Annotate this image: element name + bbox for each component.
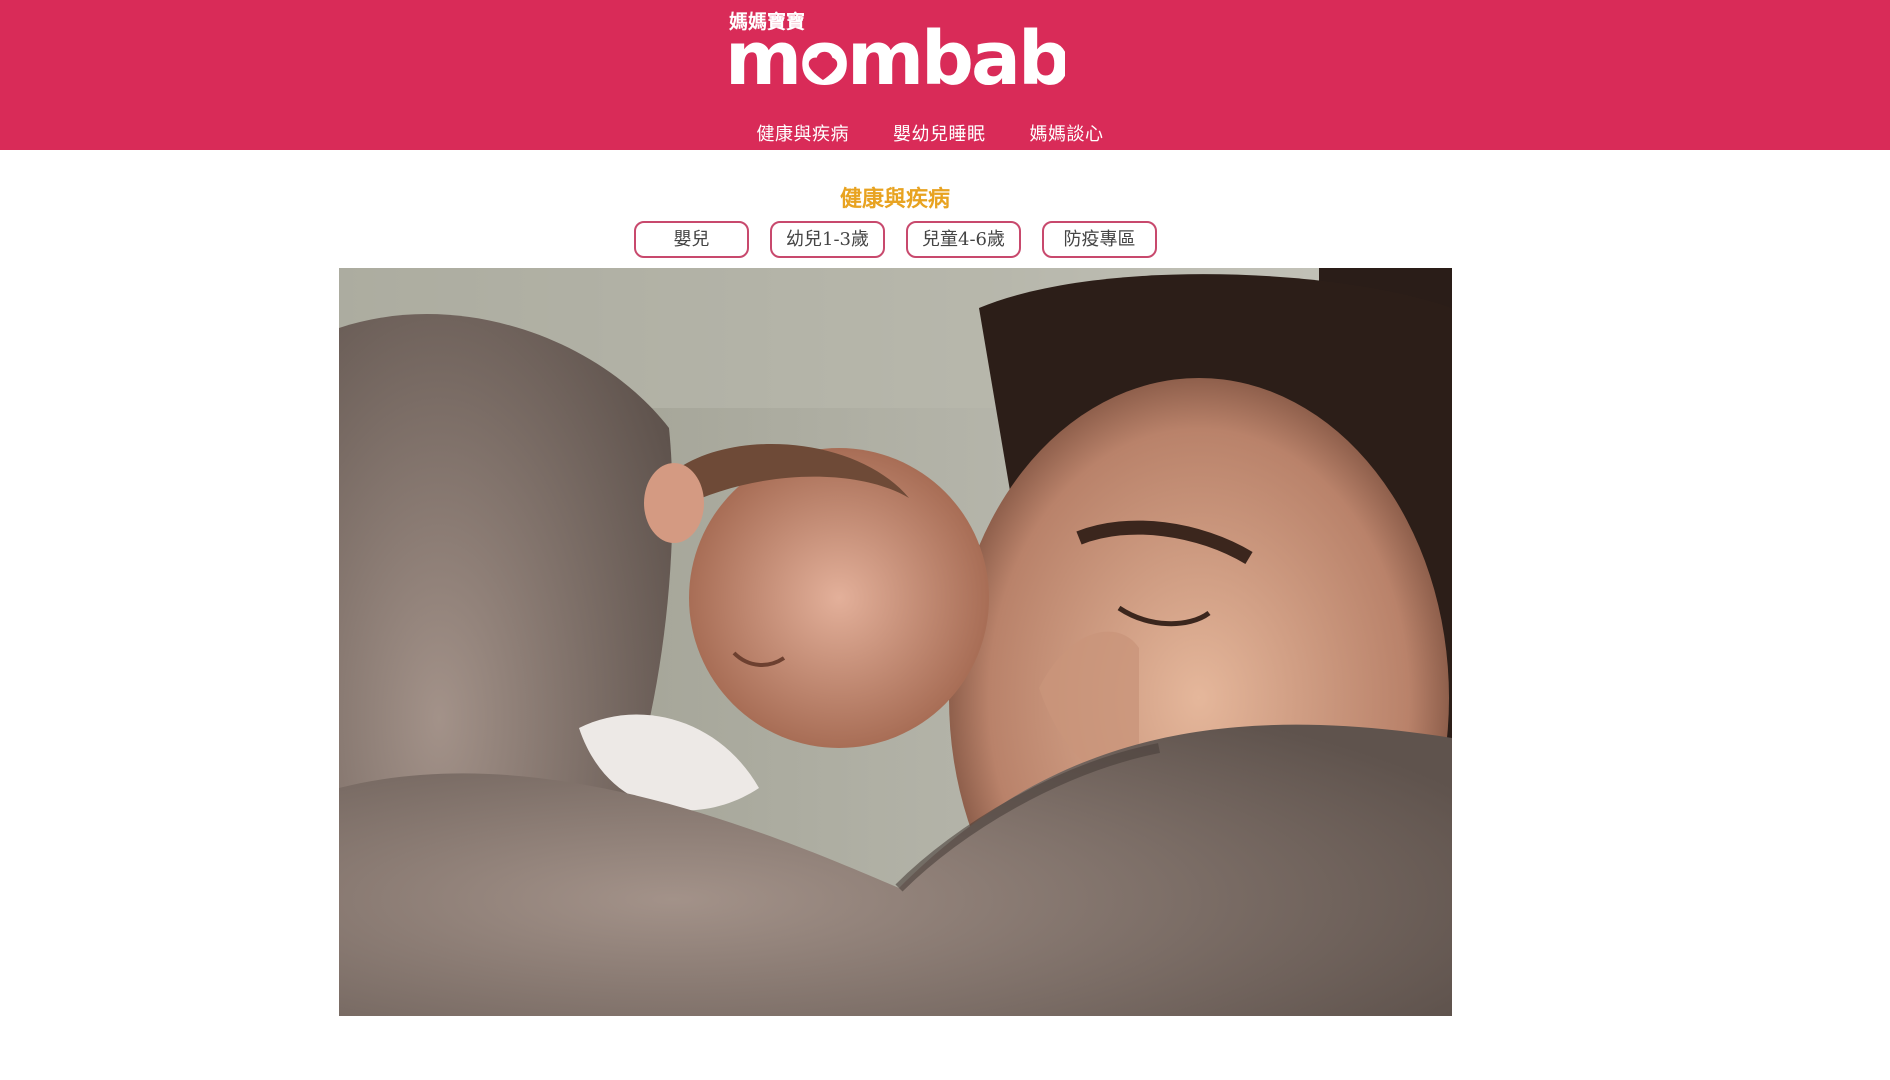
main-nav: 健康與疾病 嬰幼兒睡眠 媽媽談心 [700,123,1160,147]
svg-text:mombaby: mombaby [725,16,1065,102]
site-logo[interactable]: 媽媽寶寶 mombaby [725,6,1065,106]
tab-infant[interactable]: 嬰兒 [634,221,749,258]
hero-image[interactable] [339,268,1452,1016]
site-header: 媽媽寶寶 mombaby 健康與疾病 嬰幼兒睡眠 媽媽談心 [0,0,1890,150]
mombaby-logo-icon: 媽媽寶寶 mombaby [725,10,1065,102]
nav-item-health[interactable]: 健康與疾病 [757,123,850,147]
tab-toddler[interactable]: 幼兒1-3歲 [770,221,885,258]
photo-icon [339,268,1452,1016]
tab-children[interactable]: 兒童4-6歲 [906,221,1021,258]
section-title: 健康與疾病 [839,186,950,212]
category-tabs: 嬰兒 幼兒1-3歲 兒童4-6歲 防疫專區 [634,221,1157,258]
tab-epidemic-prevention[interactable]: 防疫專區 [1042,221,1157,258]
nav-item-sleep[interactable]: 嬰幼兒睡眠 [893,123,986,147]
nav-item-mom-talk[interactable]: 媽媽談心 [1030,123,1104,147]
